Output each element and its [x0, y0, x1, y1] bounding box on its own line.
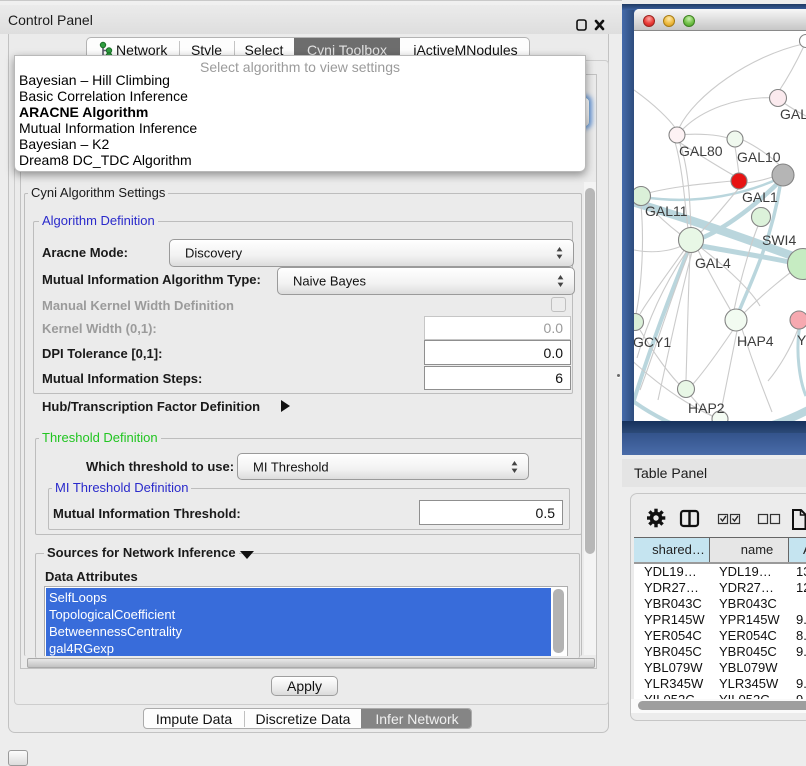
svg-text:HAP2: HAP2: [688, 400, 725, 416]
svg-text:GAL4: GAL4: [695, 255, 731, 271]
svg-text:SWI4: SWI4: [762, 232, 796, 248]
svg-text:GAL10: GAL10: [737, 149, 781, 165]
svg-text:YM: YM: [797, 332, 806, 348]
svg-text:GAL11: GAL11: [645, 203, 688, 219]
svg-text:GAL7: GAL7: [780, 106, 806, 122]
svg-text:GAL1: GAL1: [742, 189, 778, 205]
svg-text:HAP4: HAP4: [737, 333, 774, 349]
svg-text:GAL80: GAL80: [679, 143, 723, 159]
svg-text:GCY1: GCY1: [634, 334, 671, 350]
